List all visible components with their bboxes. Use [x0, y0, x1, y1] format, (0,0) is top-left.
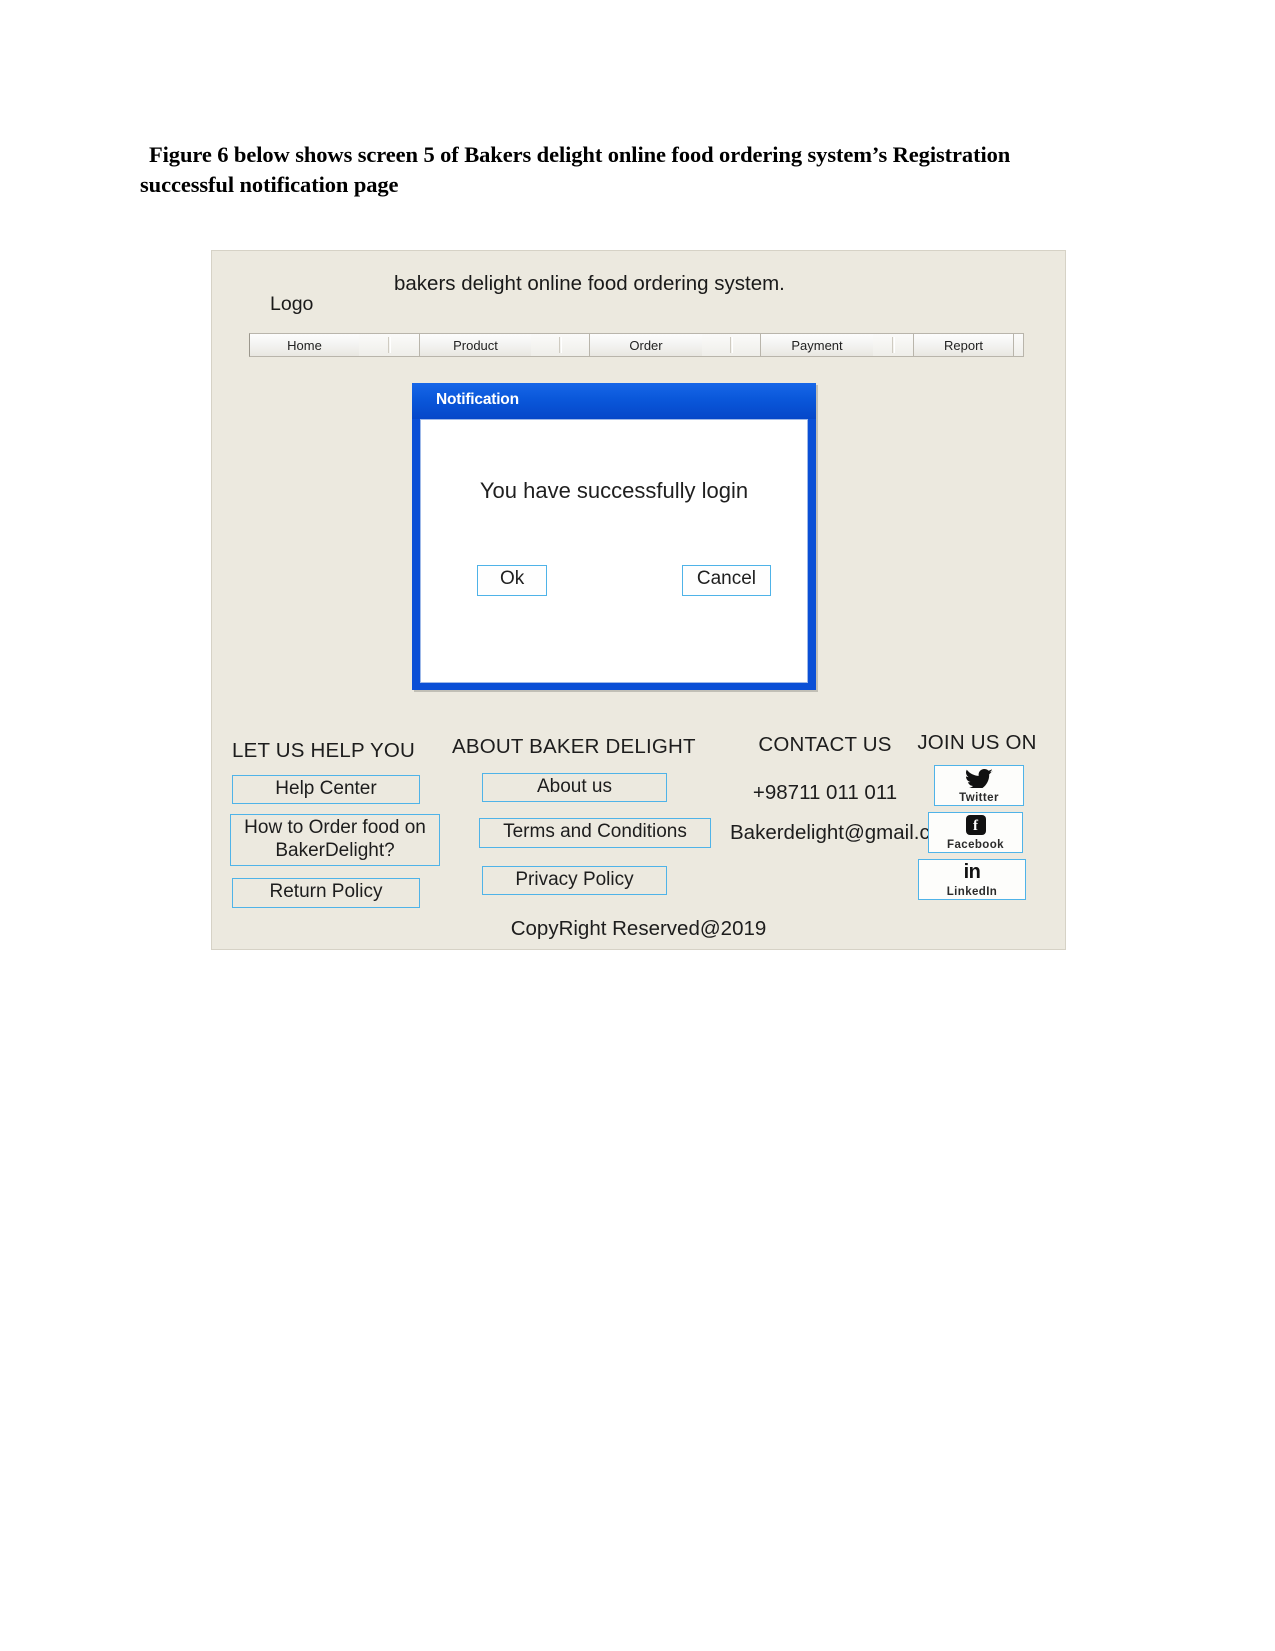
figure-caption-line-1: Figure 6 below shows screen 5 of Bakers … — [149, 142, 1011, 167]
social-label-facebook: Facebook — [947, 839, 1004, 851]
nav-item-report[interactable]: Report — [913, 333, 1013, 357]
social-button-twitter[interactable]: Twitter — [934, 765, 1024, 806]
mockup-frame: bakers delight online food ordering syst… — [211, 250, 1066, 950]
nav-separator-4 — [873, 333, 913, 357]
social-label-twitter: Twitter — [959, 792, 999, 804]
footer-link-return-policy[interactable]: Return Policy — [232, 878, 420, 908]
copyright-text: CopyRight Reserved@2019 — [510, 917, 767, 940]
nav-item-payment[interactable]: Payment — [760, 333, 873, 357]
logo-placeholder: Logo — [270, 293, 314, 315]
footer-link-help-center[interactable]: Help Center — [232, 775, 420, 805]
grip-icon — [559, 337, 562, 353]
dialog-body: You have successfully login Ok Cancel — [420, 419, 808, 683]
nav-item-order[interactable]: Order — [589, 333, 702, 357]
linkedin-icon: in — [963, 861, 981, 883]
grip-icon — [730, 337, 733, 353]
footer-heading-contact: CONTACT US — [758, 733, 892, 756]
social-button-linkedin[interactable]: in LinkedIn — [918, 859, 1026, 900]
nav-end-cap — [1013, 333, 1024, 357]
cancel-button[interactable]: Cancel — [681, 565, 771, 596]
footer-column-contact: CONTACT US +98711 011 011 Bakerdelight@g… — [730, 733, 959, 845]
footer-column-about: ABOUT BAKER DELIGHT About us Terms and C… — [452, 735, 722, 896]
footer-heading-about: ABOUT BAKER DELIGHT — [452, 735, 696, 758]
dialog-title: Notification — [436, 391, 519, 408]
dialog-button-row: Ok Cancel — [477, 565, 771, 596]
nav-separator-2 — [531, 333, 589, 357]
footer-link-terms-and-conditions[interactable]: Terms and Conditions — [479, 818, 711, 848]
footer-link-how-to-order[interactable]: How to Order food on BakerDelight? — [230, 814, 440, 867]
nav-item-product[interactable]: Product — [419, 333, 531, 357]
nav-separator-3 — [702, 333, 760, 357]
footer-heading-social: JOIN US ON — [917, 731, 1037, 754]
notification-dialog: Notification You have successfully login… — [412, 383, 816, 690]
footer-column-social: JOIN US ON Twitter f Facebook in LinkedI… — [904, 731, 1050, 900]
dialog-message: You have successfully login — [479, 478, 749, 503]
contact-phone: +98711 011 011 — [752, 781, 898, 804]
main-navigation: Home Product Order Payment Report — [249, 333, 1024, 357]
grip-icon — [388, 337, 391, 353]
footer-link-privacy-policy[interactable]: Privacy Policy — [482, 865, 667, 896]
grip-icon — [892, 337, 895, 353]
twitter-icon — [935, 767, 1023, 789]
social-button-facebook[interactable]: f Facebook — [928, 812, 1023, 853]
ok-button[interactable]: Ok — [477, 565, 548, 596]
facebook-icon: f — [929, 814, 1022, 836]
nav-separator-1 — [359, 333, 419, 357]
footer-column-help: LET US HELP YOU Help Center How to Order… — [230, 739, 445, 908]
figure-caption: Figure 6 below shows screen 5 of Bakers … — [140, 140, 1080, 199]
site-title: bakers delight online food ordering syst… — [394, 272, 785, 295]
nav-item-home[interactable]: Home — [249, 333, 359, 357]
figure-caption-line-2: successful notification page — [140, 171, 399, 197]
social-label-linkedin: LinkedIn — [946, 886, 998, 898]
footer: LET US HELP YOU Help Center How to Order… — [212, 729, 1065, 908]
footer-heading-help: LET US HELP YOU — [232, 739, 416, 762]
footer-link-about-us[interactable]: About us — [482, 773, 667, 803]
contact-email: Bakerdelight@gmail.com — [730, 821, 959, 844]
